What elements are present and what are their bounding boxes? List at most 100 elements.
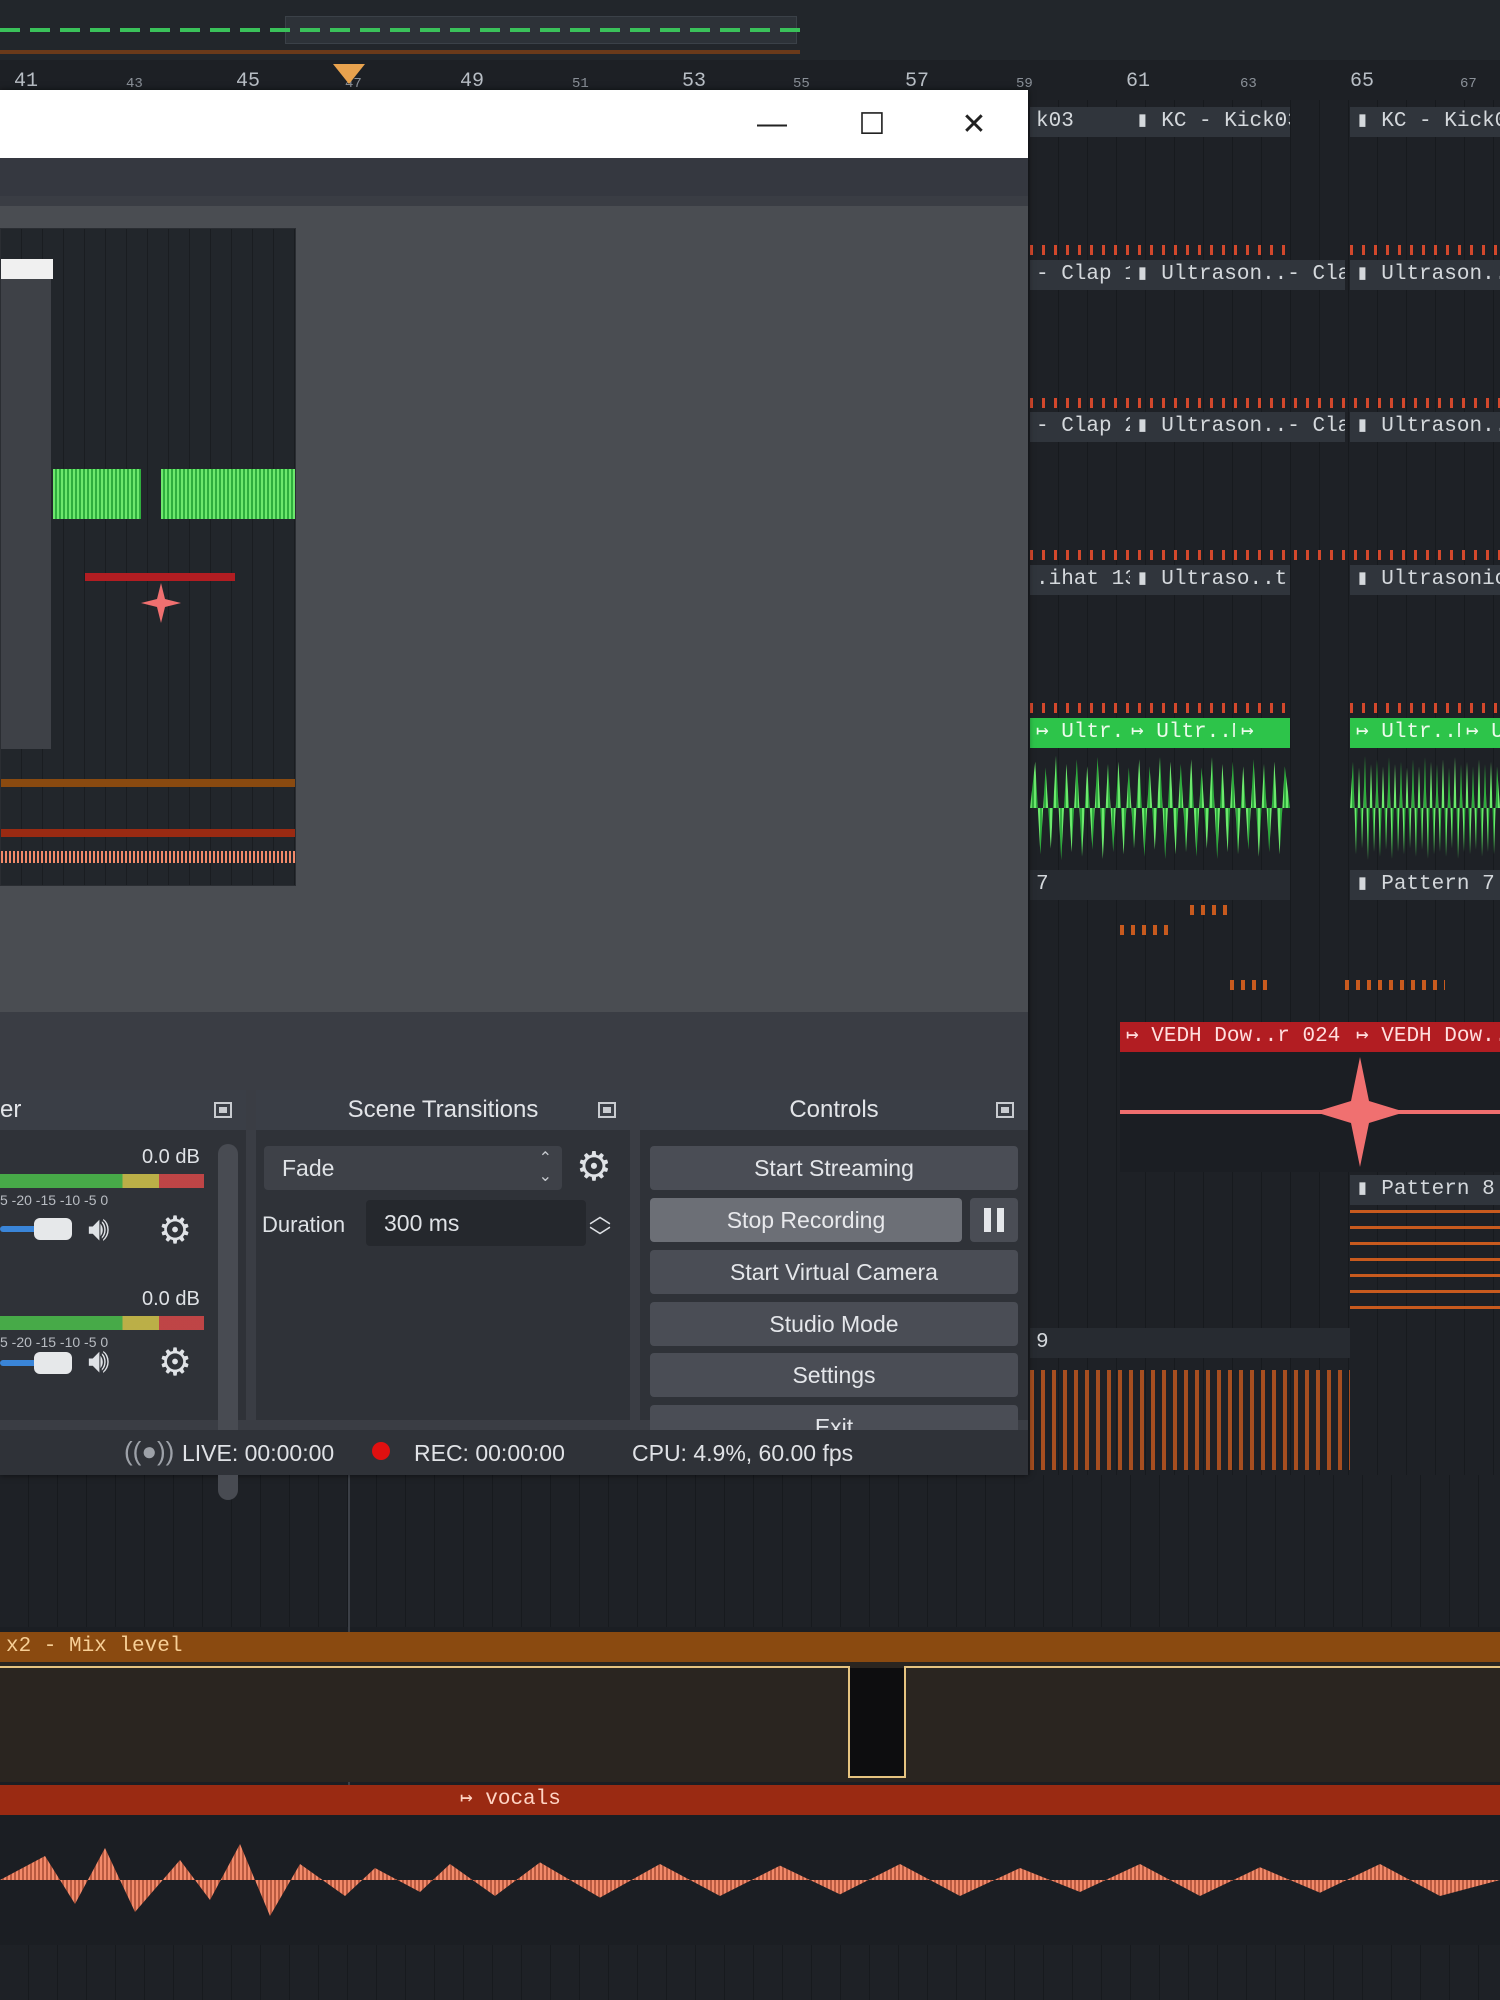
preview-thumbnail bbox=[0, 228, 296, 886]
gear-icon[interactable]: ⚙ bbox=[158, 1208, 192, 1253]
audio-clip-icon: ↦ bbox=[1131, 721, 1157, 744]
audio-clip-icon: ↦ bbox=[1466, 721, 1492, 744]
pause-recording-button[interactable] bbox=[970, 1198, 1018, 1242]
audio-clip[interactable]: ↦ bbox=[1235, 718, 1290, 748]
duration-spin-down-icon[interactable]: ﹀ bbox=[589, 1220, 611, 1252]
live-broadcast-icon: ((●)) bbox=[124, 1436, 175, 1466]
volume-slider-knob[interactable] bbox=[34, 1218, 72, 1240]
automation-clip-header[interactable]: x2 - Mix level bbox=[0, 1632, 1500, 1662]
volume-meter bbox=[0, 1174, 204, 1188]
rec-dot-icon bbox=[372, 1442, 390, 1460]
transition-select[interactable]: Fade ⌃ ⌄ bbox=[264, 1146, 562, 1190]
channel-db-readout: 0.0 dB bbox=[142, 1146, 200, 1168]
pattern-icon: ▮ bbox=[1136, 415, 1162, 438]
speaker-icon[interactable]: 🔊︎ bbox=[88, 1342, 109, 1381]
controls-header: Controls bbox=[640, 1090, 1028, 1130]
meter-scale: 5 -20 -15 -10 -5 0 bbox=[0, 1192, 109, 1208]
audio-clip-icon: ↦ bbox=[1356, 1025, 1382, 1048]
audio-mixer-header: er bbox=[0, 1090, 246, 1130]
clip[interactable]: 9 bbox=[1030, 1328, 1350, 1358]
audio-clip[interactable]: ↦ Ultr..M bbox=[1030, 718, 1125, 748]
audio-clip[interactable]: ↦ Ultr..M bbox=[1125, 718, 1235, 748]
audio-clip[interactable]: ↦ U bbox=[1460, 718, 1500, 748]
playlist-overview[interactable] bbox=[0, 0, 1500, 61]
volume-slider-knob[interactable] bbox=[34, 1352, 72, 1374]
dock-title: Controls bbox=[789, 1096, 879, 1123]
updown-chevron-icon: ⌃ ⌄ bbox=[538, 1150, 552, 1185]
volume-meter bbox=[0, 1316, 204, 1330]
pattern-icon: ▮ bbox=[1356, 1178, 1382, 1201]
clip[interactable]: ▮ Ultrason..- Clap 12 bbox=[1130, 260, 1345, 290]
clip[interactable]: ▮ Ultrason..- C bbox=[1350, 260, 1500, 290]
vocals-waveform bbox=[0, 1815, 1500, 1945]
vocals-clip-header[interactable]: ↦ vocals bbox=[0, 1785, 1500, 1815]
audio-clip[interactable]: ↦ VEDH Dow..r 024 #2 bbox=[1120, 1022, 1350, 1052]
minimize-button[interactable]: — bbox=[742, 102, 802, 146]
status-bar: ((●)) LIVE: 00:00:00 REC: 00:00:00 CPU: … bbox=[0, 1430, 1028, 1475]
settings-button[interactable]: Settings bbox=[650, 1353, 1018, 1397]
dock-title: Scene Transitions bbox=[347, 1096, 539, 1123]
audio-clip[interactable]: ↦ Ultr..M bbox=[1350, 718, 1460, 748]
playhead-marker-icon[interactable] bbox=[333, 64, 365, 84]
channel-db-readout: 0.0 dB bbox=[142, 1288, 200, 1310]
clip[interactable]: 7 bbox=[1030, 870, 1290, 900]
clip[interactable]: .ihat 13 bbox=[1030, 565, 1130, 595]
clip[interactable]: ▮ KC - Kick03 bbox=[1350, 107, 1500, 137]
dock-float-icon[interactable] bbox=[214, 1102, 232, 1118]
close-button[interactable]: ✕ bbox=[944, 102, 1004, 146]
duration-input[interactable]: 300 ms bbox=[366, 1200, 586, 1246]
dock-title: er bbox=[0, 1096, 22, 1123]
scene-transitions-dock: Scene Transitions Fade ⌃ ⌄ ⚙ Duration 300… bbox=[256, 1090, 630, 1420]
gear-icon[interactable]: ⚙ bbox=[158, 1340, 192, 1385]
ruler-tick-label: 65 bbox=[1350, 70, 1375, 93]
clip[interactable]: ▮ KC - Kick03 bbox=[1130, 107, 1290, 137]
audio-clip-icon: ↦ bbox=[1241, 721, 1254, 744]
dock-float-icon[interactable] bbox=[996, 1102, 1014, 1118]
pattern-icon: ▮ bbox=[1356, 568, 1382, 591]
pattern-icon: ▮ bbox=[1356, 415, 1382, 438]
audio-clip[interactable]: ↦ VEDH Dow..f bbox=[1350, 1022, 1500, 1052]
start-virtual-camera-button[interactable]: Start Virtual Camera bbox=[650, 1250, 1018, 1294]
stop-recording-button[interactable]: Stop Recording bbox=[650, 1198, 962, 1242]
duration-label: Duration bbox=[262, 1212, 346, 1237]
audio-waveform bbox=[1120, 1052, 1500, 1172]
clip[interactable]: ▮ Ultrasonic..i bbox=[1350, 565, 1500, 595]
clip[interactable]: - Clap 21 bbox=[1030, 412, 1130, 442]
start-streaming-button[interactable]: Start Streaming bbox=[650, 1146, 1018, 1190]
obs-menubar bbox=[0, 158, 1028, 196]
audio-clip-icon: ↦ bbox=[460, 1788, 486, 1811]
pause-icon bbox=[984, 1208, 991, 1232]
obs-titlebar[interactable]: — ☐ ✕ bbox=[0, 90, 1028, 158]
pattern-icon: ▮ bbox=[1136, 263, 1162, 286]
clip[interactable]: ▮ Ultrason..- Clap 21 bbox=[1130, 412, 1345, 442]
ruler-tick-label: 63 bbox=[1240, 76, 1257, 92]
speaker-icon[interactable]: 🔊︎ bbox=[88, 1210, 109, 1249]
audio-clip-icon: ↦ bbox=[1126, 1025, 1152, 1048]
clip[interactable]: ▮ Ultraso..t 13 bbox=[1130, 565, 1290, 595]
clip[interactable]: k03 bbox=[1030, 107, 1130, 137]
pattern-icon: ▮ bbox=[1356, 873, 1382, 896]
live-status: LIVE: 00:00:00 bbox=[182, 1440, 335, 1466]
clip[interactable]: ▮ Pattern 7 bbox=[1350, 870, 1500, 900]
cpu-status: CPU: 4.9%, 60.00 fps bbox=[632, 1440, 854, 1466]
ruler-tick-label: 61 bbox=[1126, 70, 1151, 93]
obs-window: — ☐ ✕ er 0.0 dB 5 -20 -15 -10 -5 0 🔊︎ ⚙ … bbox=[0, 90, 1028, 1500]
pattern-icon: ▮ bbox=[1136, 568, 1162, 591]
audio-mixer-dock: er 0.0 dB 5 -20 -15 -10 -5 0 🔊︎ ⚙ 0.0 dB… bbox=[0, 1090, 246, 1500]
pattern-icon: ▮ bbox=[1136, 110, 1162, 133]
pattern-icon: ▮ bbox=[1356, 263, 1382, 286]
automation-clip[interactable] bbox=[0, 1662, 1500, 1782]
dock-float-icon[interactable] bbox=[598, 1102, 616, 1118]
studio-mode-button[interactable]: Studio Mode bbox=[650, 1302, 1018, 1346]
audio-clip-icon: ↦ bbox=[1356, 721, 1382, 744]
transition-settings-gear-icon[interactable]: ⚙ bbox=[576, 1144, 612, 1190]
maximize-button[interactable]: ☐ bbox=[842, 102, 902, 146]
rec-status: REC: 00:00:00 bbox=[414, 1440, 565, 1466]
audio-clip-icon: ↦ bbox=[1036, 721, 1062, 744]
clip[interactable]: - Clap 12 bbox=[1030, 260, 1130, 290]
clip[interactable]: ▮ Pattern 8 bbox=[1350, 1175, 1500, 1205]
clip[interactable]: ▮ Ultrason..- C bbox=[1350, 412, 1500, 442]
ruler-tick-label: 67 bbox=[1460, 76, 1477, 92]
scene-transitions-header: Scene Transitions bbox=[256, 1090, 630, 1130]
pattern-icon: ▮ bbox=[1356, 110, 1382, 133]
